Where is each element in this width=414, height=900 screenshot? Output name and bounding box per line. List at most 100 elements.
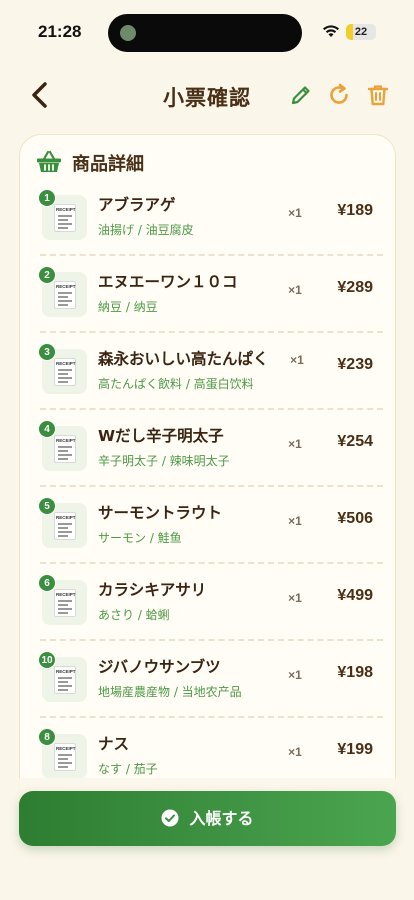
item-price: ¥199 — [337, 741, 373, 758]
receipt-line — [58, 458, 68, 460]
item-quantity: ×1 — [290, 353, 304, 367]
receipt-line — [58, 762, 72, 764]
receipt-line — [58, 227, 68, 229]
list-item[interactable]: RECEIPT 4 Wだし辛子明太子 辛子明太子 / 辣味明太子 ×1 ¥254 — [20, 410, 395, 487]
receipt-line — [58, 608, 72, 610]
receipt-line — [58, 535, 68, 537]
item-index-badge: 6 — [38, 574, 56, 592]
receipt-line — [58, 604, 68, 606]
item-quantity: ×1 — [288, 745, 302, 759]
item-quantity: ×1 — [288, 283, 302, 297]
receipt-icon-text: RECEIPT — [56, 669, 76, 674]
item-price: ¥254 — [337, 433, 373, 450]
item-index-badge: 1 — [38, 189, 56, 207]
receipt-icon-text: RECEIPT — [56, 515, 76, 520]
receipt-line — [58, 377, 72, 379]
item-name: エヌエーワン１０コ — [98, 273, 238, 291]
receipt-line — [58, 300, 72, 302]
check-circle-icon — [161, 809, 179, 827]
receipt-line — [58, 304, 68, 306]
item-category: 油揚げ / 油豆腐皮 — [98, 223, 194, 237]
item-price: ¥506 — [337, 510, 373, 527]
item-name: ジバノウサンブツ — [98, 658, 221, 676]
status-time: 21:28 — [38, 22, 82, 41]
list-item[interactable]: RECEIPT 5 サーモントラウト サーモン / 鮭鱼 ×1 ¥506 — [20, 487, 395, 564]
receipt-line — [58, 758, 68, 760]
item-price: ¥198 — [337, 664, 373, 681]
receipt-line — [58, 369, 72, 371]
receipt-line — [58, 689, 68, 691]
dynamic-island — [108, 14, 302, 52]
item-index-badge: 8 — [38, 728, 56, 746]
receipt-line — [58, 450, 68, 452]
receipt-icon: RECEIPT — [54, 743, 76, 771]
item-price: ¥189 — [337, 202, 373, 219]
list-item[interactable]: RECEIPT 2 エヌエーワン１０コ 納豆 / 纳豆 ×1 ¥289 — [20, 256, 395, 333]
confirm-entry-button[interactable]: 入帳する — [19, 791, 396, 846]
receipt-icon: RECEIPT — [54, 435, 76, 463]
receipt-icon-text: RECEIPT — [56, 284, 76, 289]
receipt-line — [58, 754, 72, 756]
item-name: カラシキアサリ — [98, 581, 207, 599]
receipt-icon-text: RECEIPT — [56, 438, 76, 443]
item-list: RECEIPT 1 アブラアゲ 油揚げ / 油豆腐皮 ×1 ¥189 RECEIPT 2 エヌエ… — [20, 179, 395, 795]
wifi-icon — [323, 25, 339, 37]
item-category: 辛子明太子 / 辣味明太子 — [98, 454, 230, 468]
list-item[interactable]: RECEIPT 3 森永おいしい高たんぱく 高たんぱく飲料 / 高蛋白饮料 ×1 ¥239 — [20, 333, 395, 410]
item-name: 森永おいしい高たんぱく — [98, 350, 269, 368]
trash-icon[interactable] — [365, 82, 391, 108]
receipt-line — [58, 373, 68, 375]
receipt-icon: RECEIPT — [54, 358, 76, 386]
battery-level-text: 22 — [354, 26, 368, 38]
receipt-icon: RECEIPT — [54, 204, 76, 232]
confirm-button-label: 入帳する — [189, 809, 254, 828]
nav-header: 小票確認 — [0, 70, 414, 120]
list-item[interactable]: RECEIPT 1 アブラアゲ油揚げ / 油豆腐皮 ×1 ¥189 — [20, 179, 395, 256]
item-name: アブラアゲ — [98, 196, 176, 214]
confirm-button-content: 入帳する — [19, 791, 396, 846]
item-quantity: ×1 — [288, 206, 302, 220]
refresh-icon[interactable] — [326, 82, 352, 108]
receipt-icon-text: RECEIPT — [56, 592, 76, 597]
item-index-badge: 3 — [38, 343, 56, 361]
item-category: あさり / 蛤蜊 — [98, 608, 170, 622]
battery-icon: 22 — [346, 24, 376, 40]
item-category: なす / 茄子 — [98, 762, 158, 776]
item-name: ナス — [98, 735, 130, 753]
receipt-line — [58, 296, 68, 298]
item-details-card: 商品詳細 RECEIPT 1 アブラアゲ 油揚げ / 油豆腐皮 ×1 ¥189 RECEIP… — [19, 134, 396, 834]
receipt-icon-text: RECEIPT — [56, 207, 76, 212]
receipt-icon-text: RECEIPT — [56, 361, 76, 366]
receipt-icon: RECEIPT — [54, 512, 76, 540]
item-quantity: ×1 — [288, 668, 302, 682]
list-item[interactable]: RECEIPT 10 ジバノウサンブツ地場産農産物 / 当地农产品 ×1 ¥198 — [20, 641, 395, 718]
item-price: ¥499 — [337, 587, 373, 604]
item-name: Wだし辛子明太子 — [98, 427, 224, 445]
basket-icon — [37, 150, 61, 172]
item-category: 高たんぱく飲料 / 高蛋白饮料 — [98, 377, 254, 391]
receipt-icon-text: RECEIPT — [56, 746, 76, 751]
status-bar: 21:28 22 — [0, 0, 414, 62]
receipt-line — [58, 223, 72, 225]
item-index-badge: 10 — [38, 651, 56, 669]
pencil-icon[interactable] — [288, 82, 314, 108]
receipt-line — [58, 677, 72, 679]
item-index-badge: 2 — [38, 266, 56, 284]
item-index-badge: 5 — [38, 497, 56, 515]
receipt-line — [58, 454, 72, 456]
item-category: サーモン / 鮭鱼 — [98, 531, 182, 545]
receipt-line — [58, 766, 68, 768]
list-item[interactable]: RECEIPT 6 カラシキアサリあさり / 蛤蜊 ×1 ¥499 — [20, 564, 395, 641]
item-name: サーモントラウト — [98, 504, 223, 522]
item-quantity: ×1 — [288, 591, 302, 605]
item-index-badge: 4 — [38, 420, 56, 438]
receipt-line — [58, 292, 72, 294]
item-category: 地場産農産物 / 当地农产品 — [98, 685, 242, 699]
receipt-line — [58, 527, 68, 529]
card-title: 商品詳細 — [72, 154, 144, 175]
receipt-line — [58, 523, 72, 525]
receipt-icon: RECEIPT — [54, 589, 76, 617]
receipt-icon: RECEIPT — [54, 666, 76, 694]
receipt-line — [58, 381, 68, 383]
receipt-line — [58, 219, 68, 221]
